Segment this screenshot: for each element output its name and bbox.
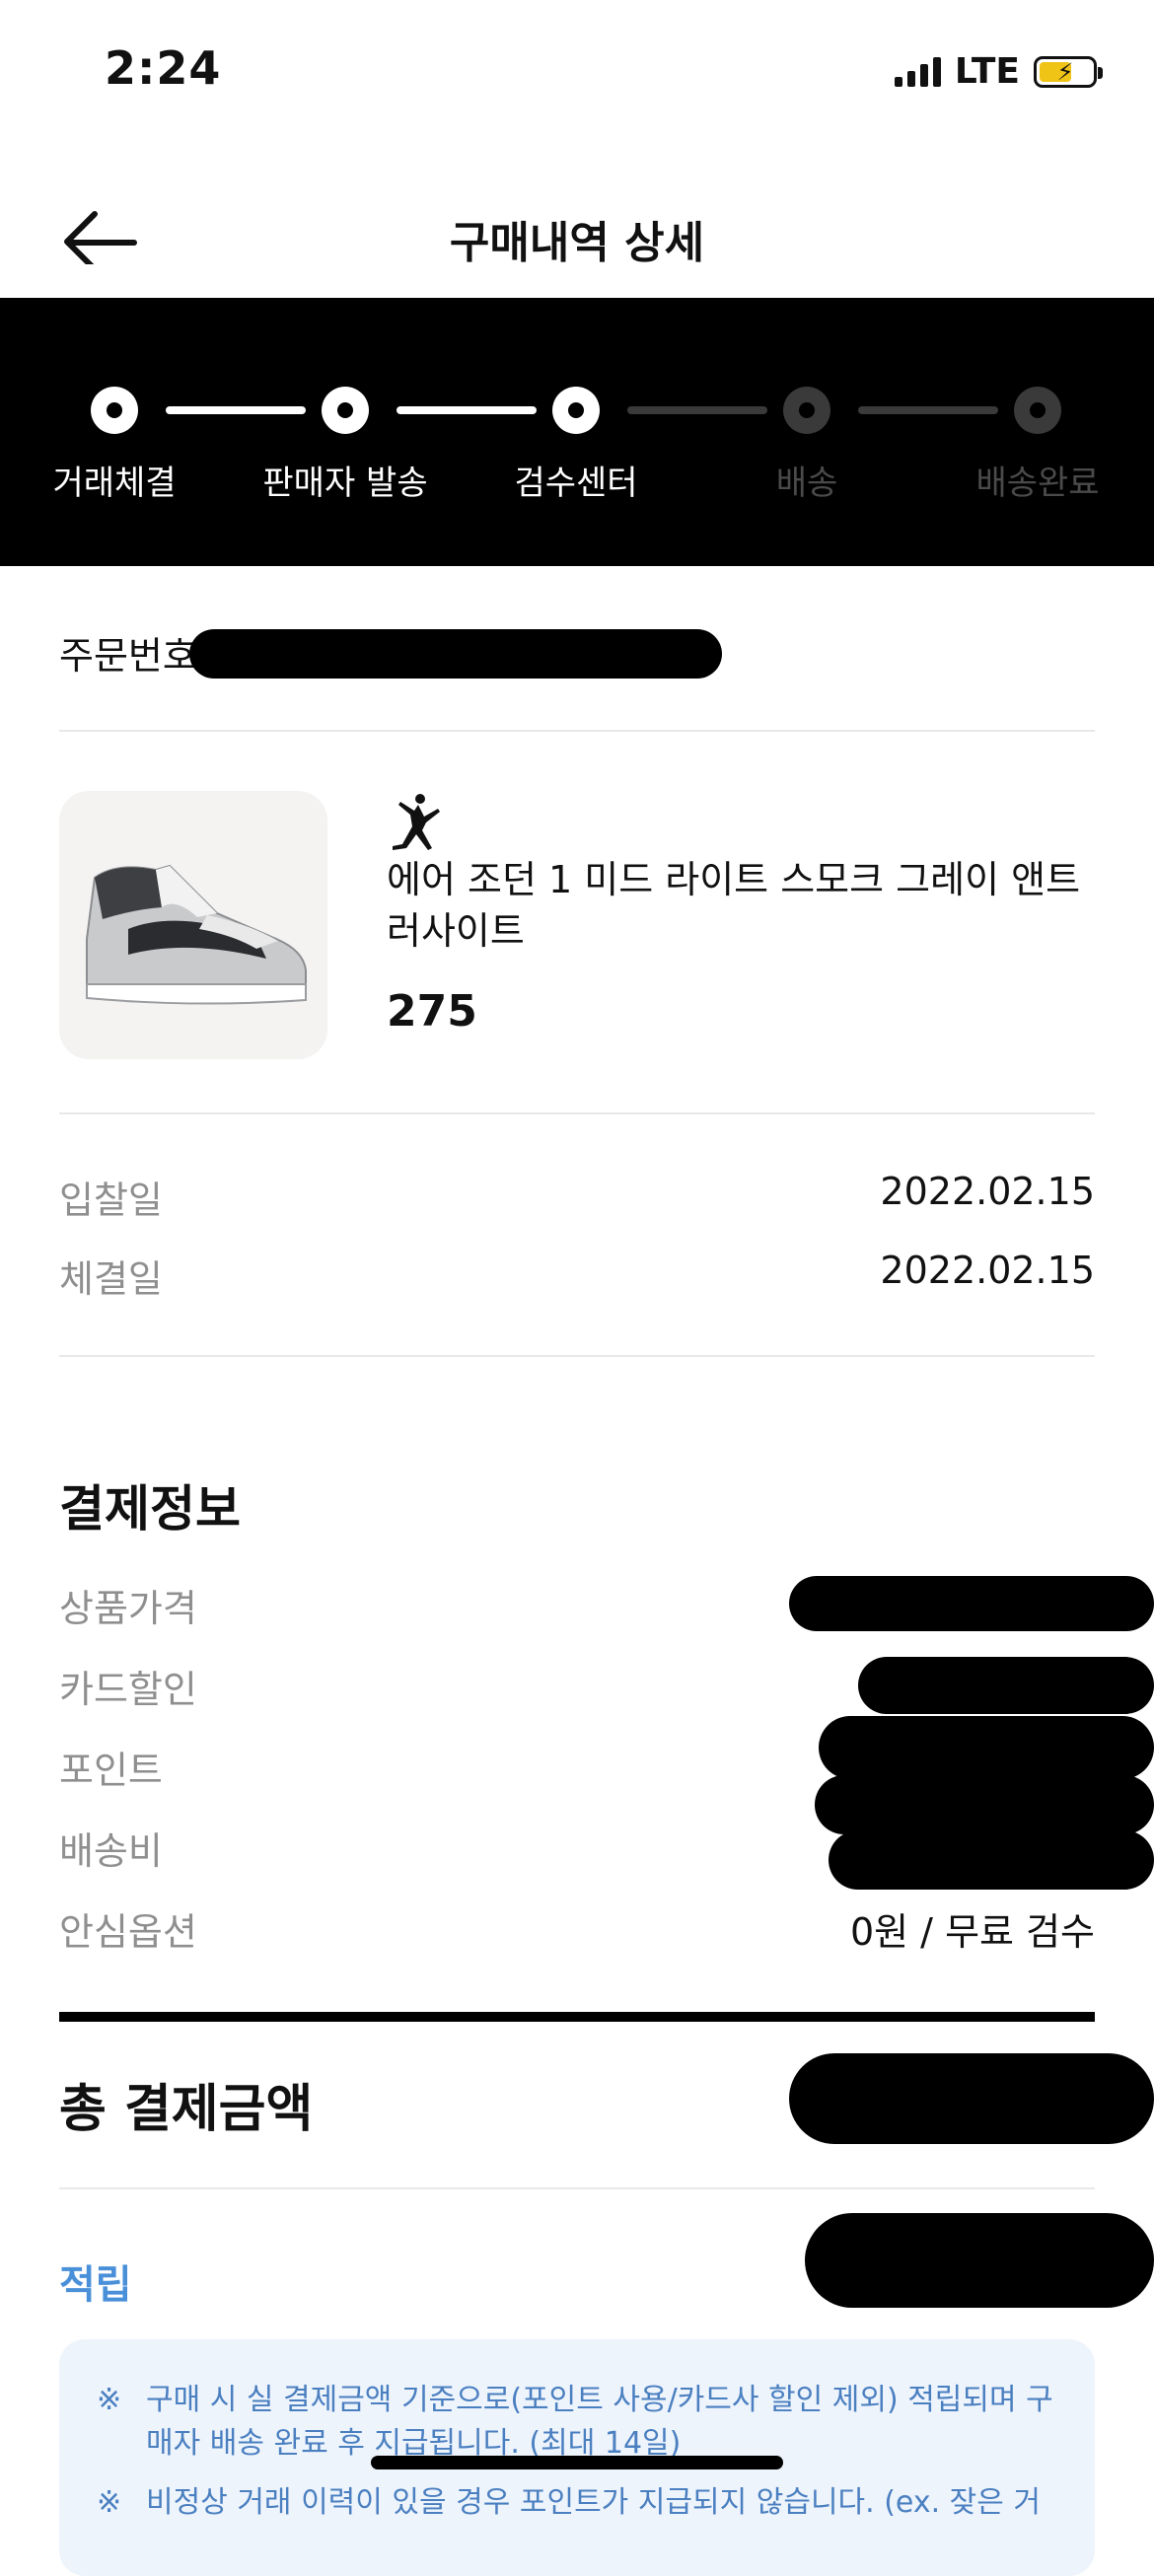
- shipping-fee-label: 배송비: [59, 1829, 163, 1873]
- safety-option-label: 안심옵션: [59, 1910, 197, 1954]
- step-dot-inspection: [552, 387, 600, 434]
- progress-line-2: [397, 406, 537, 414]
- network-type: LTE: [954, 51, 1020, 92]
- jordan-logo-icon: [385, 791, 448, 854]
- redacted-total: [789, 2053, 1154, 2144]
- step-label-delivered: 배송완료: [975, 464, 1100, 503]
- divider: [59, 1355, 1095, 1357]
- order-number-row: 주문번호: [59, 611, 1095, 690]
- step-label-seller-shipping: 판매자 발송: [262, 464, 428, 503]
- notice-item: ※ 비정상 거래 이력이 있을 경우 포인트가 지급되지 않습니다. (ex. …: [97, 2481, 1055, 2525]
- order-number-label: 주문번호: [59, 634, 197, 678]
- bid-date-value: 2022.02.15: [880, 1170, 1095, 1213]
- bid-date-label: 입찰일: [59, 1179, 163, 1222]
- points-accrual-title: 적립: [59, 2262, 132, 2308]
- status-indicators: LTE ⚡: [894, 51, 1103, 92]
- redacted-price: [789, 1576, 1154, 1631]
- progress-line-4: [858, 406, 998, 414]
- product-image[interactable]: [59, 791, 327, 1059]
- nav-bar: 구매내역 상세: [0, 138, 1154, 296]
- divider: [59, 2187, 1095, 2189]
- progress-line-3: [627, 406, 767, 414]
- step-label-contract: 거래체결: [52, 464, 177, 503]
- total-divider: [59, 2012, 1095, 2022]
- notice-text: 비정상 거래 이력이 있을 경우 포인트가 지급되지 않습니다. (ex. 잦은…: [146, 2485, 1042, 2520]
- status-bar: 2:24 LTE ⚡: [0, 0, 1154, 138]
- payment-info-title: 결제정보: [59, 1480, 241, 1538]
- product-size: 275: [387, 986, 477, 1037]
- contract-date-label: 체결일: [59, 1257, 163, 1301]
- notice-text: 구매 시 실 결제금액 기준으로(포인트 사용/카드사 할인 제외) 적립되며 …: [146, 2383, 1053, 2461]
- redacted-order-number: [189, 629, 722, 679]
- card-discount-label: 카드할인: [59, 1668, 197, 1711]
- page-title: 구매내역 상세: [449, 218, 705, 268]
- redacted-points: [819, 1716, 1154, 1779]
- battery-icon: ⚡: [1034, 55, 1103, 88]
- progress-tracker: 거래체결 판매자 발송 검수센터 배송 배송완료: [0, 298, 1154, 566]
- progress-line-1: [166, 406, 306, 414]
- step-label-delivery: 배송: [775, 464, 838, 503]
- redacted-points-2: [815, 1775, 1154, 1834]
- step-label-inspection: 검수센터: [514, 464, 638, 503]
- step-dot-delivery: [783, 387, 830, 434]
- redacted-shipping-fee: [829, 1830, 1154, 1890]
- product-name[interactable]: 에어 조던 1 미드 라이트 스모크 그레이 앤트러사이트: [387, 854, 1097, 957]
- step-dot-contract: [91, 387, 138, 434]
- contract-date-value: 2022.02.15: [880, 1249, 1095, 1292]
- divider: [59, 1112, 1095, 1114]
- step-dot-seller-shipping: [322, 387, 369, 434]
- signal-icon: [894, 56, 941, 87]
- status-time: 2:24: [105, 41, 222, 95]
- home-indicator[interactable]: [371, 2456, 783, 2469]
- divider: [59, 730, 1095, 732]
- safety-option-value: 0원 / 무료 검수: [849, 1910, 1095, 1954]
- redacted-accrual: [805, 2213, 1154, 2308]
- notice-item: ※ 구매 시 실 결제금액 기준으로(포인트 사용/카드사 할인 제외) 적립되…: [97, 2379, 1055, 2466]
- points-label: 포인트: [59, 1749, 163, 1792]
- price-label: 상품가격: [59, 1587, 197, 1630]
- step-dot-delivered: [1014, 387, 1061, 434]
- redacted-card-discount: [858, 1657, 1154, 1714]
- total-payment-label: 총 결제금액: [59, 2080, 314, 2139]
- sneaker-image: [86, 864, 307, 1005]
